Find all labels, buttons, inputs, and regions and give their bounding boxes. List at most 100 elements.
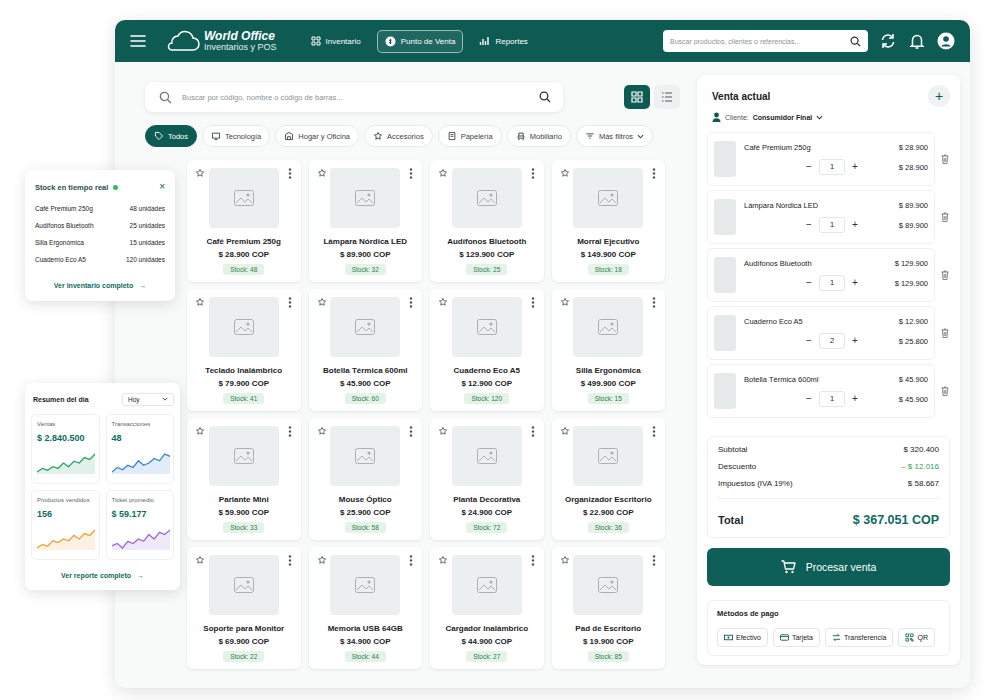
more-icon[interactable] <box>409 555 413 566</box>
more-icon[interactable] <box>652 297 656 308</box>
decrease-button[interactable]: − <box>802 160 816 174</box>
product-card[interactable]: Organizador Escritorio $ 22.900 COP Stoc… <box>552 418 666 540</box>
report-link[interactable]: Ver reporte completo → <box>31 571 174 581</box>
star-icon[interactable] <box>195 297 205 307</box>
nav-item[interactable]: Reportes <box>471 30 535 52</box>
product-name: Audífonos Bluetooth <box>447 236 526 247</box>
star-icon[interactable] <box>317 426 327 436</box>
more-icon[interactable] <box>409 297 413 308</box>
more-icon[interactable] <box>288 297 292 308</box>
filter-chip[interactable]: Hogar y Oficina <box>275 125 359 147</box>
nav-item[interactable]: Punto de Venta <box>377 30 464 53</box>
product-card[interactable]: Silla Ergonómica $ 499.900 COP Stock: 15 <box>552 289 666 411</box>
payment-method[interactable]: QR <box>898 628 935 647</box>
increase-button[interactable]: + <box>848 218 862 232</box>
product-card[interactable]: Memoria USB 64GB $ 34.900 COP Stock: 44 <box>309 547 423 669</box>
product-card[interactable]: Morral Ejecutivo $ 149.900 COP Stock: 18 <box>552 160 666 282</box>
filter-label: Todos <box>168 132 188 141</box>
star-icon[interactable] <box>560 426 570 436</box>
product-card[interactable]: Teclado Inalámbrico $ 79.900 COP Stock: … <box>187 289 301 411</box>
remove-item-button[interactable] <box>940 328 950 338</box>
star-icon[interactable] <box>438 168 448 178</box>
decrease-button[interactable]: − <box>802 276 816 290</box>
filter-chip[interactable]: Accesorios <box>364 125 433 147</box>
decrease-button[interactable]: − <box>802 334 816 348</box>
star-icon[interactable] <box>438 426 448 436</box>
star-icon[interactable] <box>317 168 327 178</box>
more-icon[interactable] <box>531 297 535 308</box>
star-icon[interactable] <box>195 426 205 436</box>
more-icon[interactable] <box>288 426 292 437</box>
product-card[interactable]: Cargador Inalámbrico $ 44.900 COP Stock:… <box>430 547 544 669</box>
more-icon[interactable] <box>652 426 656 437</box>
star-icon[interactable] <box>317 555 327 565</box>
star-icon[interactable] <box>560 555 570 565</box>
remove-item-button[interactable] <box>940 270 950 280</box>
more-icon[interactable] <box>652 168 656 179</box>
add-sale-button[interactable]: + <box>928 85 950 107</box>
product-card[interactable]: Soporte para Monitor $ 69.900 COP Stock:… <box>187 547 301 669</box>
quantity-value[interactable]: 1 <box>819 391 845 407</box>
star-icon[interactable] <box>438 555 448 565</box>
period-select[interactable]: Hoy <box>122 393 174 406</box>
inventory-link[interactable]: Ver inventario completo → <box>35 281 165 291</box>
product-card[interactable]: Pad de Escritorio $ 19.900 COP Stock: 85 <box>552 547 666 669</box>
quantity-value[interactable]: 1 <box>819 159 845 175</box>
increase-button[interactable]: + <box>848 160 862 174</box>
filter-chip[interactable]: Papelería <box>438 125 502 147</box>
quantity-value[interactable]: 1 <box>819 275 845 291</box>
payment-method[interactable]: Transferencia <box>825 628 894 647</box>
decrease-button[interactable]: − <box>802 218 816 232</box>
product-card[interactable]: Mouse Óptico $ 25.900 COP Stock: 58 <box>309 418 423 540</box>
notifications-button[interactable] <box>908 32 926 50</box>
close-button[interactable]: × <box>159 182 165 192</box>
filter-chip[interactable]: Todos <box>145 125 197 147</box>
product-card[interactable]: Planta Decorativa $ 24.900 COP Stock: 72 <box>430 418 544 540</box>
remove-item-button[interactable] <box>940 154 950 164</box>
star-icon[interactable] <box>195 168 205 178</box>
payment-method[interactable]: Tarjeta <box>773 628 820 647</box>
increase-button[interactable]: + <box>848 276 862 290</box>
product-card[interactable]: Café Premium 250g $ 28.900 COP Stock: 48 <box>187 160 301 282</box>
filter-chip[interactable]: Tecnología <box>202 125 270 147</box>
client-selector[interactable]: Cliente: Consumidor Final <box>707 111 950 123</box>
product-card[interactable]: Botella Térmica 600ml $ 45.900 COP Stock… <box>309 289 423 411</box>
view-mode-button[interactable] <box>624 85 650 109</box>
logo[interactable]: World Office Inventarios y POS <box>163 29 277 53</box>
decrease-button[interactable]: − <box>802 392 816 406</box>
product-card[interactable]: Cuaderno Eco A5 $ 12.900 COP Stock: 120 <box>430 289 544 411</box>
star-icon[interactable] <box>438 297 448 307</box>
remove-item-button[interactable] <box>940 386 950 396</box>
more-icon[interactable] <box>531 555 535 566</box>
refresh-button[interactable] <box>879 32 897 50</box>
more-icon[interactable] <box>288 555 292 566</box>
filter-chip[interactable]: Más filtros <box>576 125 653 147</box>
menu-button[interactable] <box>130 35 146 47</box>
filter-chip[interactable]: Mobiliario <box>507 125 571 147</box>
quantity-value[interactable]: 1 <box>819 217 845 233</box>
remove-item-button[interactable] <box>940 212 950 222</box>
star-icon[interactable] <box>195 555 205 565</box>
more-icon[interactable] <box>409 426 413 437</box>
global-search[interactable]: Buscar productos, clientes o referencias… <box>663 30 868 52</box>
star-icon[interactable] <box>560 297 570 307</box>
star-icon[interactable] <box>560 168 570 178</box>
payment-method[interactable]: Efectivo <box>717 628 768 647</box>
more-icon[interactable] <box>531 426 535 437</box>
product-card[interactable]: Audífonos Bluetooth $ 129.900 COP Stock:… <box>430 160 544 282</box>
nav-item[interactable]: Inventario <box>303 30 369 52</box>
star-icon[interactable] <box>317 297 327 307</box>
more-icon[interactable] <box>531 168 535 179</box>
user-button[interactable] <box>937 32 955 50</box>
more-icon[interactable] <box>288 168 292 179</box>
product-card[interactable]: Parlante Mini $ 59.900 COP Stock: 33 <box>187 418 301 540</box>
more-icon[interactable] <box>652 555 656 566</box>
quantity-value[interactable]: 2 <box>819 333 845 349</box>
increase-button[interactable]: + <box>848 392 862 406</box>
product-card[interactable]: Lámpara Nórdica LED $ 89.900 COP Stock: … <box>309 160 423 282</box>
more-icon[interactable] <box>409 168 413 179</box>
process-sale-button[interactable]: Procesar venta <box>707 548 950 586</box>
increase-button[interactable]: + <box>848 334 862 348</box>
view-mode-button[interactable] <box>654 85 680 109</box>
product-search[interactable]: Buscar por código, nombre o código de ba… <box>145 82 563 112</box>
